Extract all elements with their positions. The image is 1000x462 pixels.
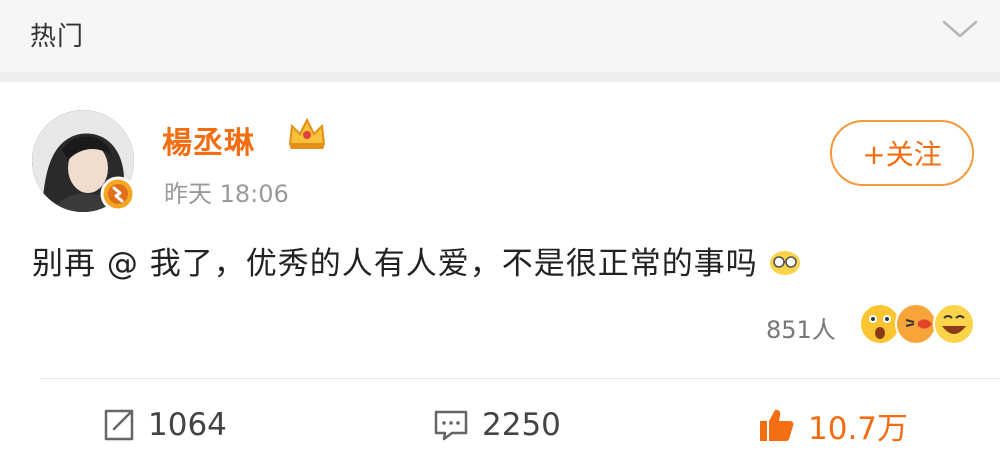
actions-divider (40, 378, 1000, 379)
post-timestamp: 昨天 18:06 (164, 180, 289, 208)
comment-count: 2250 (482, 407, 561, 443)
comment-icon (434, 410, 468, 441)
reaction-emojis-icon[interactable] (858, 302, 978, 346)
thumbs-up-icon (760, 409, 794, 441)
reaction-count[interactable]: 851人 (766, 310, 836, 345)
repost-icon (104, 409, 134, 441)
repost-count: 1064 (148, 407, 227, 443)
repost-button[interactable]: 1064 (100, 400, 227, 450)
chevron-down-icon[interactable] (940, 14, 980, 44)
like-count: 10.7万 (808, 410, 909, 447)
header-title: 热门 (30, 22, 85, 52)
feed-header: 热门 (0, 0, 1000, 72)
post-text: 别再 @ 我了，优秀的人有人爱，不是很正常的事吗 (32, 238, 801, 283)
comment-button[interactable]: 2250 (432, 400, 561, 450)
like-button[interactable]: 10.7万 (756, 400, 908, 450)
follow-button-label: +关注 (862, 138, 942, 171)
crown-icon (288, 117, 326, 149)
section-divider (0, 72, 1000, 82)
author-name[interactable]: 楊丞琳 (162, 118, 255, 162)
post-text-content: 别再 @ 我了，优秀的人有人爱，不是很正常的事吗 (32, 246, 758, 282)
verified-badge-icon (100, 176, 136, 212)
follow-button[interactable]: +关注 (830, 120, 974, 186)
glasses-emoji-icon (769, 251, 800, 275)
